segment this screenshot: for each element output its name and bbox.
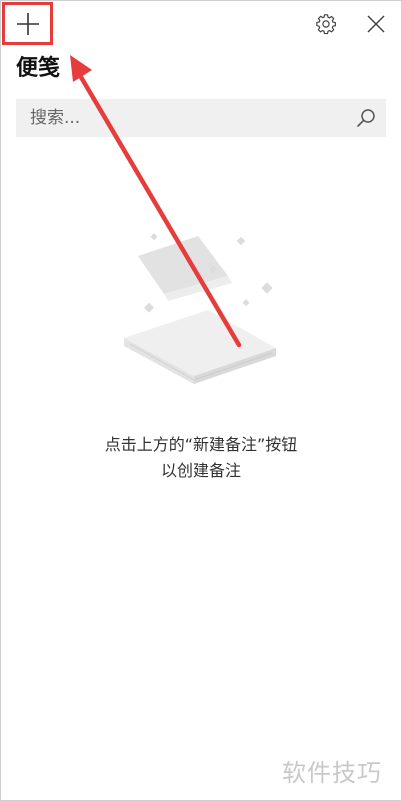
empty-state-line-1: 点击上方的“新建备注”按钮 bbox=[104, 435, 298, 454]
titlebar bbox=[0, 0, 402, 50]
close-button[interactable] bbox=[362, 10, 390, 38]
search-button[interactable] bbox=[352, 104, 380, 132]
sparkle bbox=[242, 299, 250, 307]
search-input[interactable] bbox=[16, 99, 346, 137]
app-title: 便笺 bbox=[16, 56, 61, 81]
settings-button[interactable] bbox=[312, 10, 340, 38]
empty-state-line-2: 以创建备注 bbox=[160, 461, 241, 480]
search-box bbox=[16, 99, 386, 137]
sparkle bbox=[150, 233, 158, 241]
plus-icon bbox=[16, 12, 39, 35]
gear-icon bbox=[316, 14, 336, 35]
sparkle bbox=[236, 236, 246, 246]
search-icon bbox=[357, 109, 375, 127]
watermark: 软件技巧 bbox=[282, 759, 382, 787]
new-note-button[interactable] bbox=[2, 2, 53, 45]
close-icon bbox=[367, 15, 385, 33]
sparkle bbox=[261, 282, 273, 294]
empty-state-message: 点击上方的“新建备注”按钮 以创建备注 bbox=[0, 432, 402, 484]
sparkle bbox=[144, 302, 154, 313]
empty-notes-illustration bbox=[124, 233, 276, 384]
